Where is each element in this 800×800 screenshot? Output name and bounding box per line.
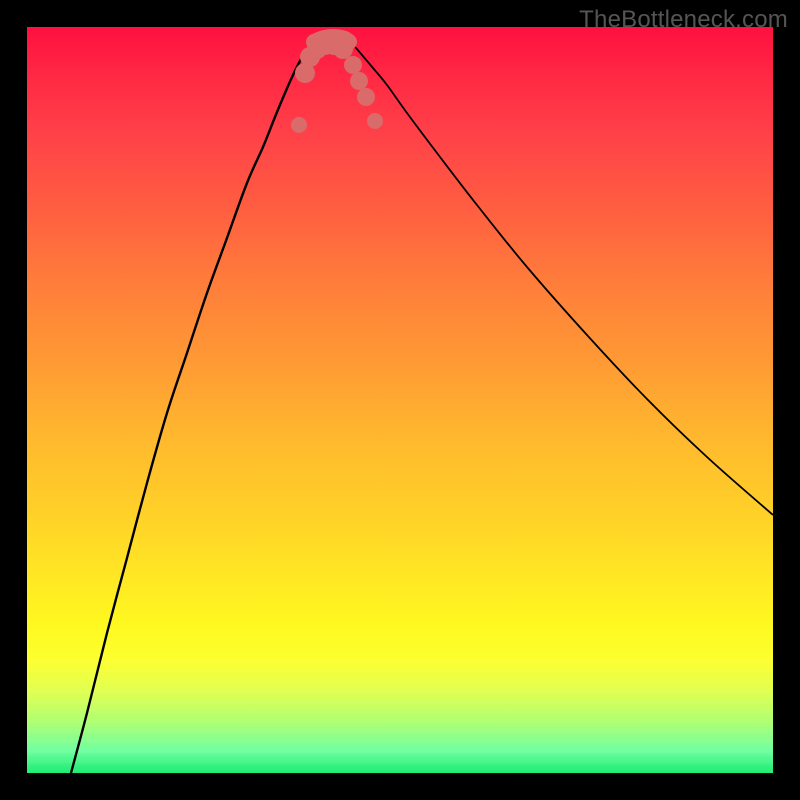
highlight-dots	[291, 35, 383, 133]
highlight-dot	[333, 39, 353, 59]
right-curve	[349, 42, 773, 515]
left-curve	[71, 42, 314, 773]
highlight-dot	[357, 88, 375, 106]
highlight-dot	[350, 72, 368, 90]
highlight-dot	[344, 56, 362, 74]
chart-overlay	[27, 27, 773, 773]
watermark: TheBottleneck.com	[579, 6, 788, 34]
highlight-dot	[291, 117, 307, 133]
highlight-dot	[367, 113, 383, 129]
